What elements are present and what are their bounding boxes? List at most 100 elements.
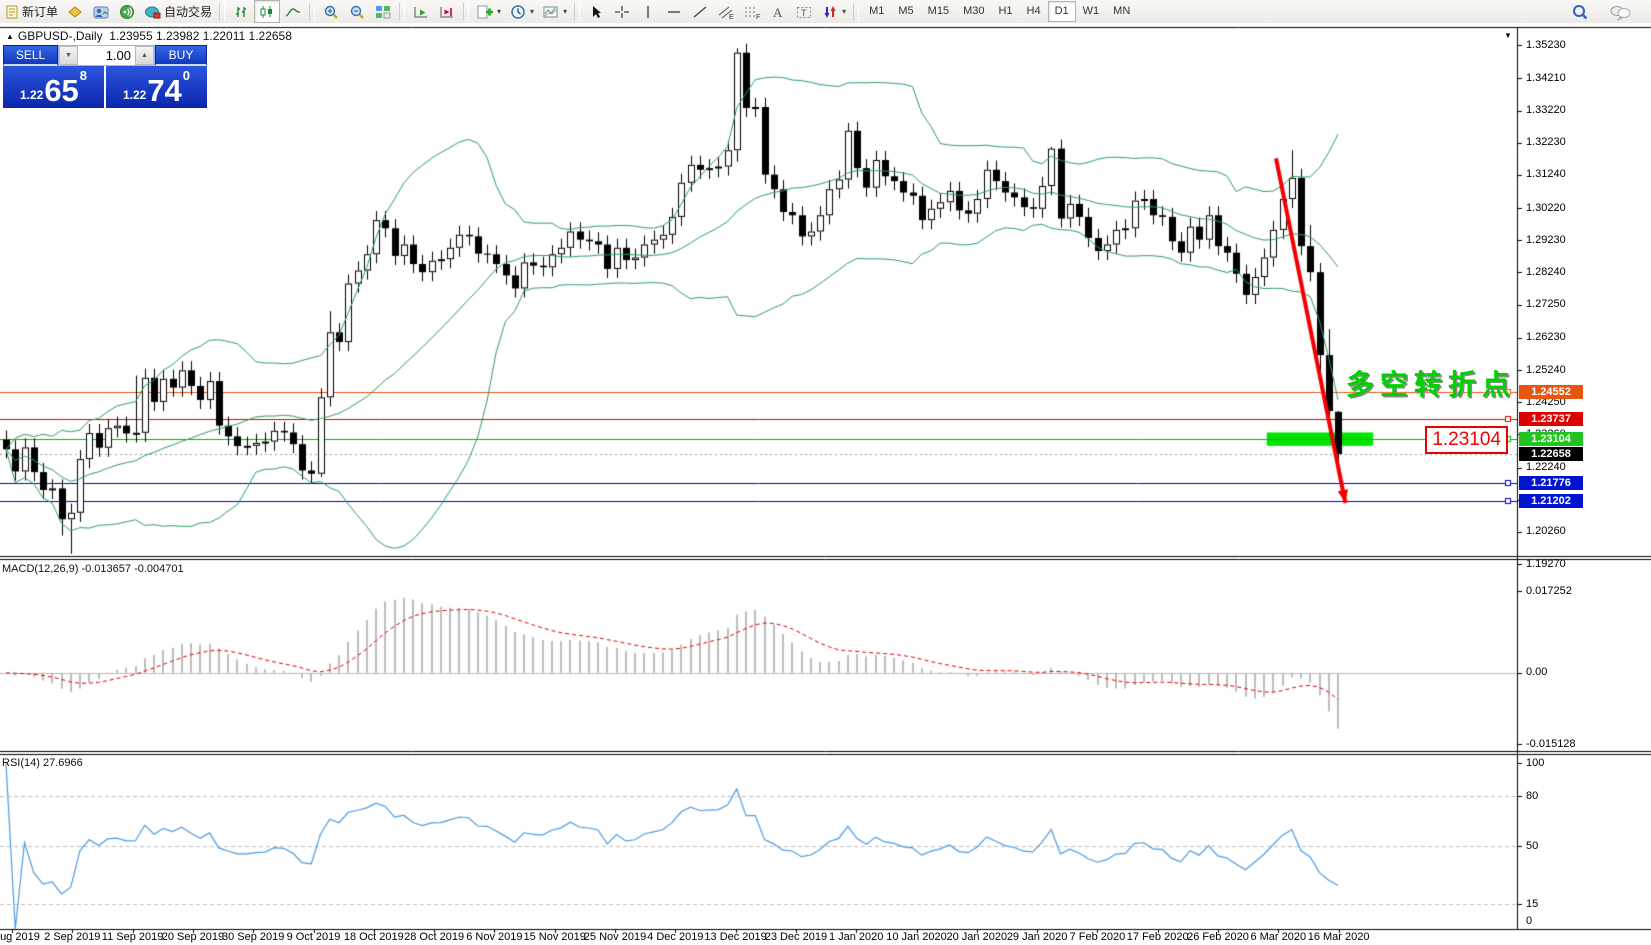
text-button[interactable]: A <box>765 0 791 23</box>
crosshair-button[interactable] <box>609 0 635 23</box>
templates-button[interactable]: ▾ <box>538 0 571 23</box>
search-icon <box>1571 3 1591 21</box>
svg-text:E: E <box>729 14 734 20</box>
chat-button[interactable] <box>1605 0 1637 23</box>
new-order-button[interactable]: 新订单 <box>0 0 62 23</box>
dropdown-caret-icon[interactable]: ▾ <box>563 7 567 16</box>
trendline-button[interactable] <box>687 0 713 23</box>
bar-chart-button[interactable] <box>228 0 254 23</box>
profile-button[interactable] <box>88 0 114 23</box>
toolbar-separator <box>574 3 580 21</box>
timeframe-button-m30[interactable]: M30 <box>956 1 991 22</box>
favorites-button[interactable] <box>62 0 88 23</box>
auto-scroll-icon <box>412 4 430 20</box>
vertical-line-button[interactable] <box>635 0 661 23</box>
bar-chart-icon <box>232 4 250 20</box>
zoom-out-button[interactable] <box>344 0 370 23</box>
periods-button[interactable]: ▾ <box>505 0 538 23</box>
channel-button[interactable]: E <box>713 0 739 23</box>
sell-price-sup: 8 <box>80 68 87 83</box>
profile-icon <box>92 4 110 20</box>
timeframe-button-h4[interactable]: H4 <box>1020 1 1048 22</box>
shapes-button[interactable]: ▾ <box>817 0 850 23</box>
chart-header: ▲ GBPUSD-,Daily 1.23955 1.23982 1.22011 1… <box>6 29 292 43</box>
timeframe-button-d1[interactable]: D1 <box>1048 1 1076 22</box>
periods-icon <box>509 4 527 20</box>
price-level-annotation: 1.23104 <box>1425 426 1508 454</box>
auto-scroll-button[interactable] <box>408 0 434 23</box>
tile-windows-icon <box>374 4 392 20</box>
timeframe-button-m5[interactable]: M5 <box>891 1 920 22</box>
toolbar-separator <box>399 3 405 21</box>
timeframe-button-m15[interactable]: M15 <box>921 1 956 22</box>
horizontal-line-button[interactable] <box>661 0 687 23</box>
new-order-icon <box>4 4 20 20</box>
ohlc-values: 1.23955 1.23982 1.22011 1.22658 <box>109 29 292 43</box>
indicators-button[interactable]: ▾ <box>472 0 505 23</box>
text-icon: A <box>769 4 787 20</box>
trendline-icon <box>691 4 709 20</box>
price-chart-canvas[interactable] <box>0 23 1651 945</box>
toolbar-separator <box>463 3 469 21</box>
buy-button[interactable]: BUY <box>155 45 207 66</box>
timeframe-button-mn[interactable]: MN <box>1106 1 1137 22</box>
label-button[interactable]: T <box>791 0 817 23</box>
search-button[interactable] <box>1567 0 1595 23</box>
vline-icon <box>639 4 657 20</box>
toolbar-separator <box>853 3 859 21</box>
toolbar: 新订单 自动交易 ▾ ▾ ▾ E F A T ▾ M1M5M15M30H1H4D1W1MN <box>0 0 1651 24</box>
buy-price-button[interactable]: 1.22740 <box>106 66 207 108</box>
signals-icon <box>118 4 136 20</box>
new-order-label: 新订单 <box>22 3 58 20</box>
favorites-icon <box>66 4 84 20</box>
timeframe-button-h1[interactable]: H1 <box>991 1 1019 22</box>
timeframe-button-w1[interactable]: W1 <box>1076 1 1107 22</box>
candlestick-button[interactable] <box>254 0 280 23</box>
autotrading-label: 自动交易 <box>164 3 212 20</box>
buy-price-sup: 0 <box>183 68 190 83</box>
crosshair-icon <box>613 4 631 20</box>
zoom-in-button[interactable] <box>318 0 344 23</box>
sell-price-button[interactable]: 1.22658 <box>3 66 104 108</box>
shapes-icon <box>821 4 839 20</box>
dropdown-caret-icon[interactable]: ▾ <box>842 7 846 16</box>
tile-windows-button[interactable] <box>370 0 396 23</box>
volume-decrease-button[interactable]: ▼ <box>59 46 78 65</box>
turning-point-annotation: 多空转折点 <box>1346 363 1516 403</box>
line-chart-button[interactable] <box>280 0 306 23</box>
timeframe-button-m1[interactable]: M1 <box>862 1 891 22</box>
fibonacci-button[interactable]: F <box>739 0 765 23</box>
chart-menu-caret-icon[interactable]: ▼ <box>1504 31 1512 40</box>
signals-button[interactable] <box>114 0 140 23</box>
toolbar-separator <box>219 3 225 21</box>
dropdown-caret-icon[interactable]: ▾ <box>497 7 501 16</box>
sell-price-big: 65 <box>44 76 78 106</box>
chart-shift-button[interactable] <box>434 0 460 23</box>
volume-input[interactable] <box>78 46 135 65</box>
templates-icon <box>542 4 560 20</box>
sell-button[interactable]: SELL <box>3 45 58 66</box>
symbol-period-label: GBPUSD-,Daily <box>18 29 103 43</box>
label-icon: T <box>795 4 813 20</box>
fibo-icon: F <box>743 4 761 20</box>
zoom-out-icon <box>348 4 366 20</box>
autotrading-icon <box>144 4 162 20</box>
chart-shift-icon <box>438 4 456 20</box>
svg-text:T: T <box>801 8 807 18</box>
indicators-icon <box>476 4 494 20</box>
volume-increase-button[interactable]: ▲ <box>135 46 154 65</box>
rsi-indicator-label: RSI(14) 27.6966 <box>2 757 83 769</box>
channel-icon: E <box>717 4 735 20</box>
macd-indicator-label: MACD(12,26,9) -0.013657 -0.004701 <box>2 563 184 575</box>
dropdown-caret-icon[interactable]: ▾ <box>530 7 534 16</box>
zoom-in-icon <box>322 4 340 20</box>
svg-text:F: F <box>756 14 760 20</box>
autotrading-button[interactable]: 自动交易 <box>140 0 216 23</box>
hline-icon <box>665 4 683 20</box>
one-click-trading-panel: SELL ▼ ▲ BUY 1.22658 1.22740 <box>3 45 207 108</box>
sell-price-prefix: 1.22 <box>20 88 43 102</box>
collapse-icon[interactable]: ▲ <box>6 32 14 41</box>
cursor-button[interactable] <box>583 0 609 23</box>
line-chart-icon <box>284 4 302 20</box>
chart-window: ▲ GBPUSD-,Daily 1.23955 1.23982 1.22011 1… <box>0 23 1651 945</box>
